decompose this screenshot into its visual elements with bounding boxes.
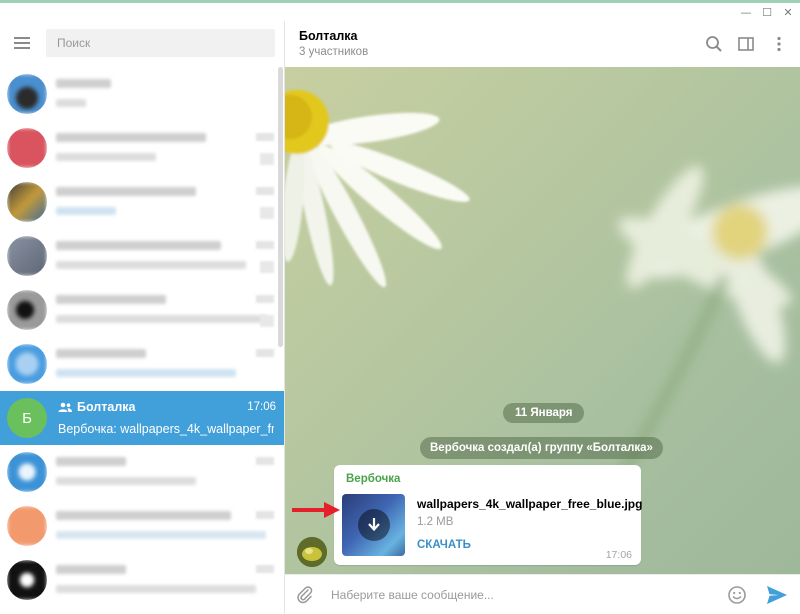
message-time: 17:06 <box>605 549 632 561</box>
menu-icon[interactable] <box>14 37 30 49</box>
chat-background: 11 Января Вербочка создал(а) группу «Бол… <box>285 67 800 574</box>
message-sender[interactable]: Вербочка <box>346 473 400 485</box>
avatar <box>7 128 47 168</box>
chat-time: 17:06 <box>247 401 276 413</box>
download-icon <box>368 518 380 532</box>
arrow-pointer-icon <box>292 502 340 518</box>
avatar <box>7 506 47 546</box>
chat-name-blurred <box>56 295 166 304</box>
chat-list-item[interactable] <box>0 175 284 229</box>
chat-list-item[interactable] <box>0 553 284 607</box>
chat-header: Болталка 3 участников <box>285 21 800 67</box>
avatar <box>7 452 47 492</box>
chat-name-blurred <box>56 187 196 196</box>
search-input[interactable] <box>46 29 275 57</box>
chat-time-blurred <box>256 457 274 465</box>
chat-name-blurred <box>56 457 126 466</box>
avatar: Б <box>7 398 47 438</box>
chat-list-item[interactable] <box>0 499 284 553</box>
chat-time-blurred <box>256 565 274 573</box>
emoji-icon[interactable] <box>727 585 747 605</box>
chat-list-item[interactable] <box>0 121 284 175</box>
send-icon[interactable] <box>766 585 788 605</box>
chat-name-blurred <box>56 511 231 520</box>
paperclip-icon[interactable] <box>295 585 315 605</box>
chat-badge-blurred <box>260 153 274 165</box>
chat-preview-blurred <box>56 531 266 539</box>
close-button[interactable]: ✕ <box>778 4 798 20</box>
message-composer <box>285 574 800 614</box>
chat-badge-blurred <box>260 315 274 327</box>
chat-time-blurred <box>256 511 274 519</box>
chat-badge-blurred <box>260 207 274 219</box>
chat-list-item[interactable] <box>0 229 284 283</box>
chat-name-text: Болталка <box>77 400 136 414</box>
chat-panel: Болталка 3 участников 11 Января Вербочка… <box>285 21 800 614</box>
chat-time-blurred <box>256 187 274 195</box>
file-name: wallpapers_4k_wallpaper_free_blue.jpg <box>417 497 643 511</box>
chat-preview: Вербочка: wallpapers_4k_wallpaper_free..… <box>58 422 274 436</box>
chat-list-item-active[interactable]: Б Болталка 17:06 Вербочка: wallpapers_4k… <box>0 391 284 445</box>
avatar <box>7 182 47 222</box>
minimize-button[interactable]: — <box>736 4 756 20</box>
chat-preview-blurred <box>56 153 156 161</box>
group-icon <box>58 402 72 412</box>
search-icon[interactable] <box>704 34 724 54</box>
chat-badge-blurred <box>260 261 274 273</box>
avatar <box>7 74 47 114</box>
chat-name-blurred <box>56 241 221 250</box>
chat-list-item[interactable] <box>0 445 284 499</box>
chat-members-count: 3 участников <box>299 46 369 58</box>
chat-preview-blurred <box>56 369 236 377</box>
sidebar-header <box>0 21 284 67</box>
file-size: 1.2 MB <box>417 516 454 528</box>
date-divider: 11 Января <box>503 403 585 423</box>
sidebar-toggle-icon[interactable] <box>736 34 756 54</box>
chat-preview-blurred <box>56 207 116 215</box>
chat-list-item[interactable] <box>0 67 284 121</box>
chat-name-blurred <box>56 349 146 358</box>
chat-preview-blurred <box>56 261 246 269</box>
file-thumbnail[interactable] <box>342 494 405 556</box>
window-titlebar: — ☐ ✕ <box>0 3 800 21</box>
chat-list: Б Болталка 17:06 Вербочка: wallpapers_4k… <box>0 67 284 607</box>
chat-name: Болталка <box>58 400 135 414</box>
sender-avatar-image <box>297 537 327 567</box>
chat-preview-blurred <box>56 477 196 485</box>
chat-time-blurred <box>256 349 274 357</box>
chat-title[interactable]: Болталка <box>299 29 357 43</box>
chat-preview-blurred <box>56 315 266 323</box>
message-bubble[interactable]: Вербочка wallpapers_4k_wallpaper_free_bl… <box>334 465 643 565</box>
chat-time-blurred <box>256 241 274 249</box>
chat-name-blurred <box>56 133 206 142</box>
avatar <box>7 344 47 384</box>
more-vertical-icon[interactable] <box>769 34 789 54</box>
download-link[interactable]: СКАЧАТЬ <box>417 539 471 551</box>
chat-list-scrollbar[interactable] <box>278 67 283 347</box>
avatar[interactable] <box>297 537 327 567</box>
avatar <box>7 290 47 330</box>
sidebar: Б Болталка 17:06 Вербочка: wallpapers_4k… <box>0 21 285 614</box>
avatar <box>7 236 47 276</box>
chat-time-blurred <box>256 133 274 141</box>
maximize-button[interactable]: ☐ <box>757 4 777 20</box>
chat-list-item[interactable] <box>0 283 284 337</box>
download-button[interactable] <box>358 509 390 541</box>
chat-list-item[interactable] <box>0 337 284 391</box>
service-message: Вербочка создал(а) группу «Болталка» <box>420 437 663 459</box>
chat-name-blurred <box>56 79 111 88</box>
avatar <box>7 560 47 600</box>
chat-preview-blurred <box>56 99 86 107</box>
chat-name-blurred <box>56 565 126 574</box>
chat-preview-blurred <box>56 585 256 593</box>
chat-time-blurred <box>256 295 274 303</box>
message-input[interactable] <box>331 581 711 609</box>
